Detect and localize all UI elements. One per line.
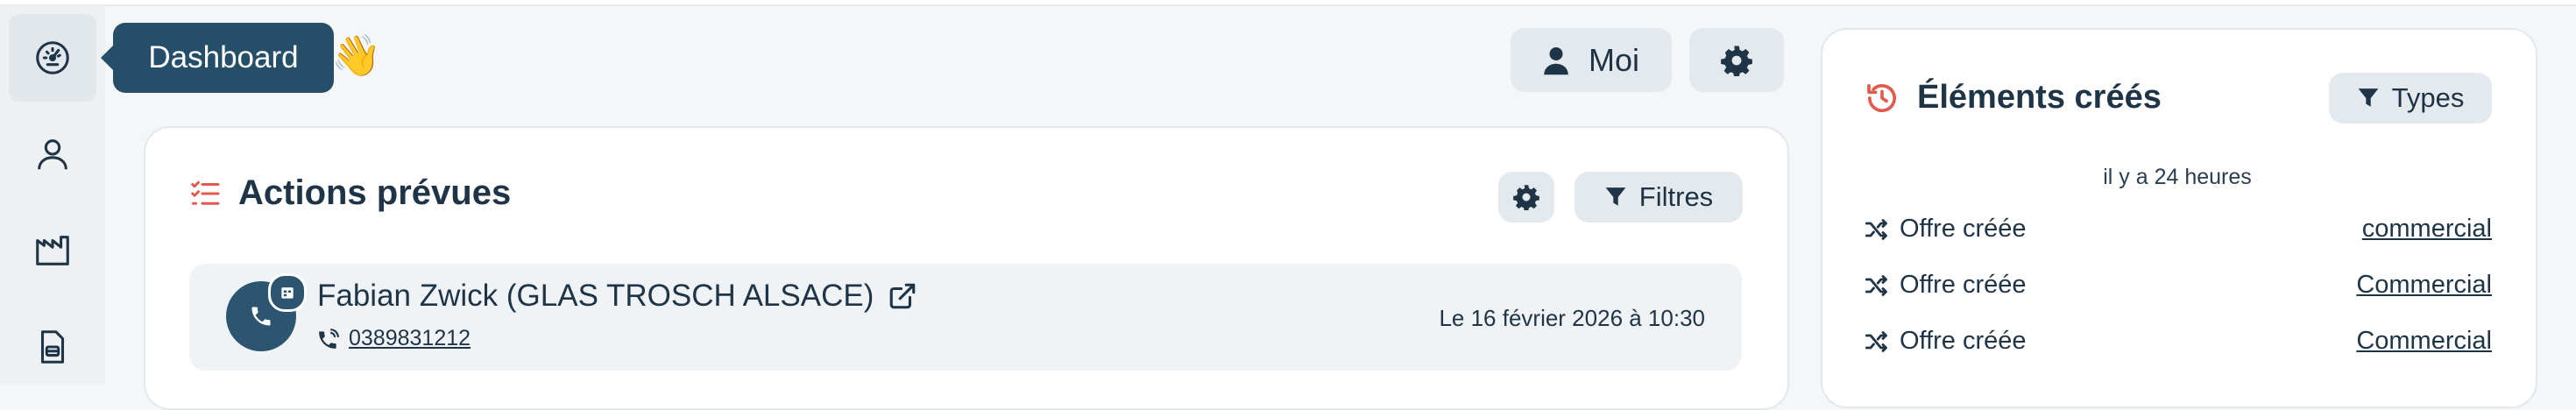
factory-icon bbox=[36, 236, 69, 265]
created-item: Offre créée commercial bbox=[1865, 215, 2492, 244]
sidebar-item-dashboard[interactable] bbox=[9, 14, 96, 102]
gear-icon bbox=[1513, 185, 1539, 210]
phone-link[interactable]: 0389831212 bbox=[349, 326, 471, 351]
external-link-icon[interactable] bbox=[888, 281, 917, 311]
created-items-title: Éléments créés bbox=[1917, 79, 2162, 116]
user-filter-label: Moi bbox=[1588, 41, 1639, 78]
sidebar bbox=[0, 5, 105, 384]
filter-icon bbox=[2358, 88, 2379, 107]
waving-hand-emoji: 👋 bbox=[331, 32, 382, 78]
sidebar-item-documents[interactable] bbox=[9, 303, 96, 391]
task-list-icon bbox=[191, 180, 220, 205]
created-items-header: Éléments créés bbox=[1865, 79, 2162, 117]
created-item-link[interactable]: Commercial bbox=[2356, 327, 2492, 356]
gear-icon bbox=[1721, 46, 1752, 76]
created-item-label: Offre créée bbox=[1900, 271, 2027, 299]
settings-button[interactable] bbox=[1689, 28, 1784, 92]
sidebar-item-contacts[interactable] bbox=[9, 110, 96, 198]
user-filter-button[interactable]: Moi bbox=[1511, 28, 1672, 92]
document-icon bbox=[40, 330, 65, 364]
created-item-link[interactable]: commercial bbox=[2362, 215, 2492, 244]
created-item-link[interactable]: Commercial bbox=[2356, 271, 2492, 300]
phone-volume-icon bbox=[319, 328, 339, 349]
history-icon bbox=[1867, 83, 1896, 112]
created-item: Offre créée Commercial bbox=[1865, 271, 2492, 300]
shuffle-icon bbox=[1865, 330, 1887, 352]
shuffle-icon bbox=[1865, 274, 1887, 296]
planned-actions-title: Actions prévues bbox=[238, 173, 512, 212]
top-border bbox=[0, 0, 2576, 6]
user-icon bbox=[38, 139, 67, 170]
filter-icon bbox=[1605, 187, 1626, 206]
shuffle-icon bbox=[1865, 218, 1887, 240]
contact-name: Fabian Zwick (GLAS TROSCH ALSACE) bbox=[317, 279, 917, 314]
types-label: Types bbox=[2391, 82, 2465, 113]
contact-phone: 0389831212 bbox=[317, 326, 471, 351]
types-filter-button[interactable]: Types bbox=[2329, 73, 2492, 124]
created-item-label: Offre créée bbox=[1900, 215, 2027, 243]
tooltip-dashboard: Dashboard bbox=[101, 23, 334, 93]
user-solid-icon bbox=[1544, 46, 1568, 74]
filters-button[interactable]: Filtres bbox=[1575, 172, 1743, 223]
action-date: Le 16 février 2026 à 10:30 bbox=[1439, 305, 1705, 331]
actions-settings-button[interactable] bbox=[1498, 172, 1554, 223]
contact-name-text: Fabian Zwick (GLAS TROSCH ALSACE) bbox=[317, 279, 874, 313]
tooltip-label: Dashboard bbox=[148, 40, 299, 74]
calendar-icon bbox=[281, 287, 294, 299]
time-group-label: il y a 24 heures bbox=[2103, 165, 2252, 189]
filters-label: Filtres bbox=[1638, 181, 1714, 212]
phone-icon bbox=[251, 307, 271, 326]
calendar-badge bbox=[268, 273, 307, 312]
created-item: Offre créée Commercial bbox=[1865, 327, 2492, 356]
planned-actions-header: Actions prévues bbox=[189, 173, 511, 213]
created-item-label: Offre créée bbox=[1900, 327, 2027, 355]
sidebar-item-companies[interactable] bbox=[9, 207, 96, 294]
dashboard-gauge-icon bbox=[36, 41, 69, 74]
